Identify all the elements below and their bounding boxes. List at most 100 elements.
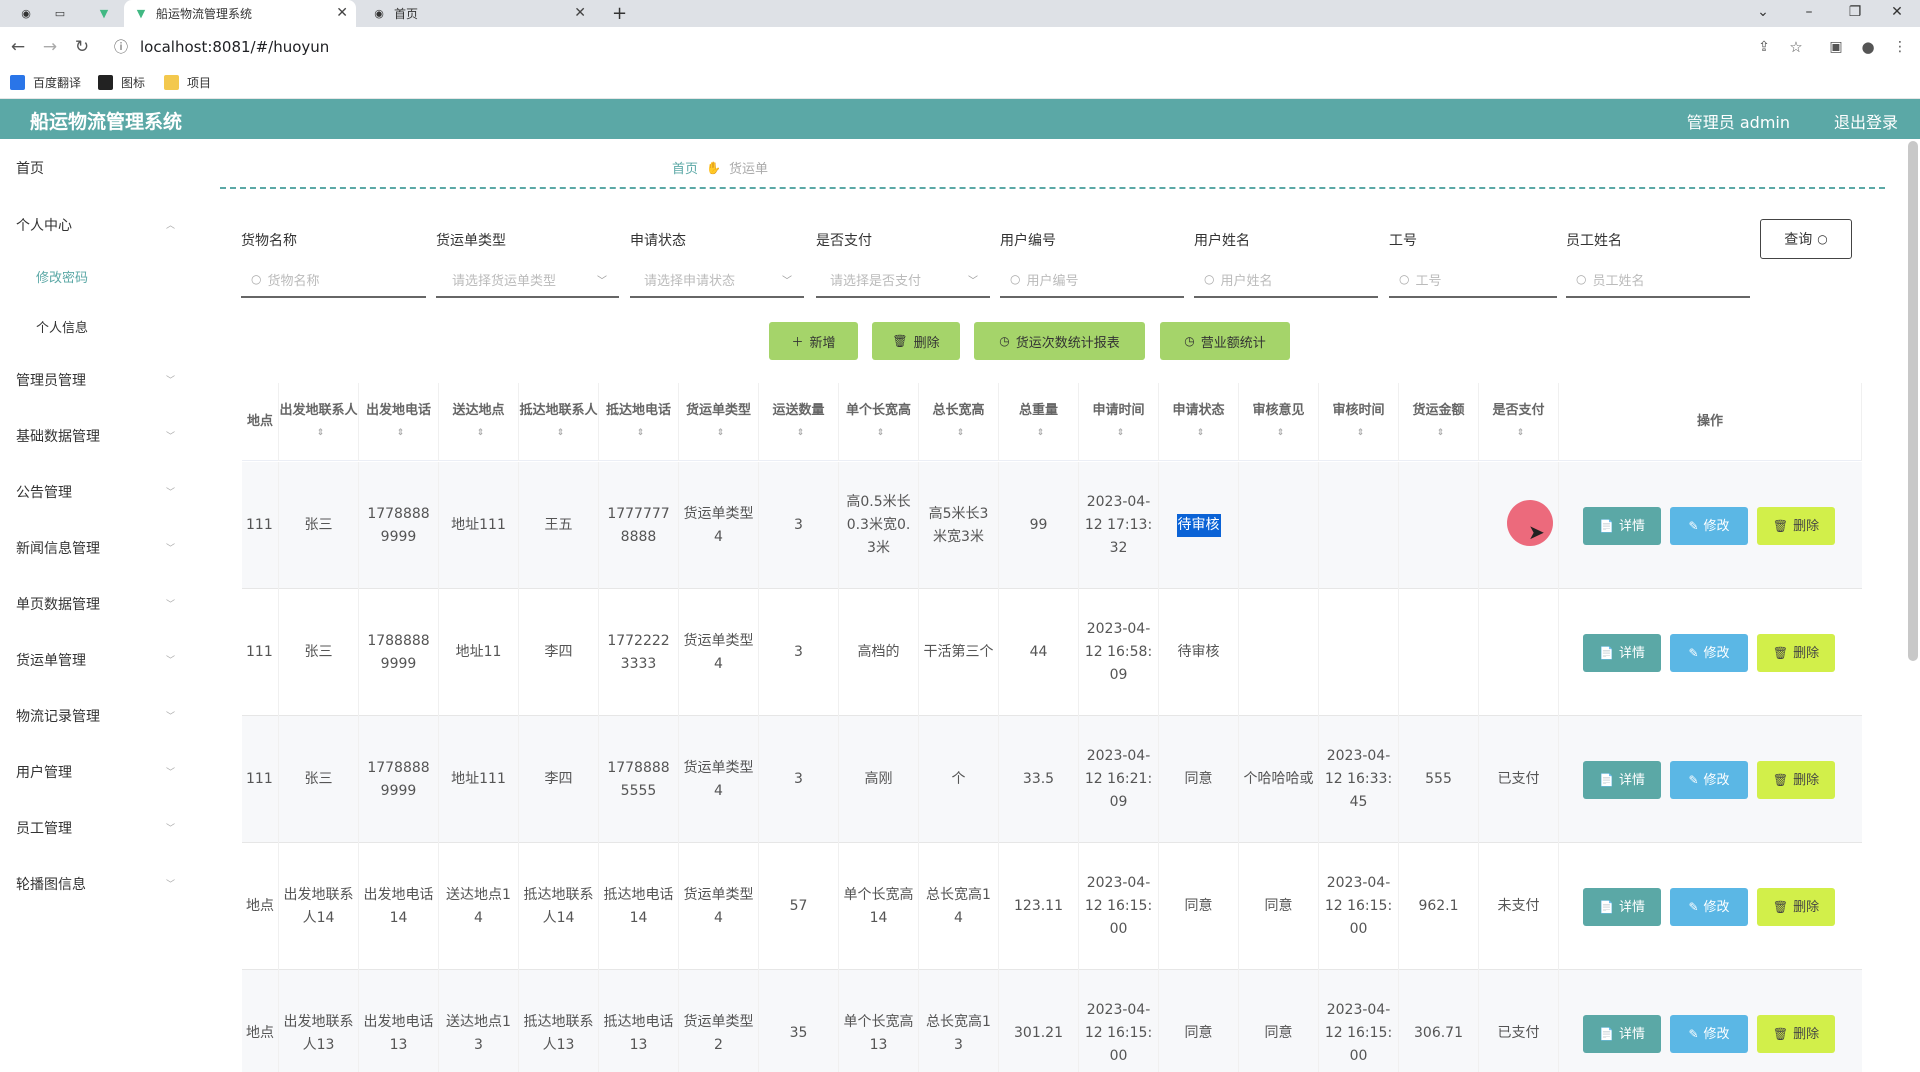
column-header[interactable]: 审核意见 ⇕: [1239, 383, 1319, 461]
waybill-type-select[interactable]: 请选择货运单类型 ﹀: [436, 262, 619, 298]
sidebar-item-carousel[interactable]: 轮播图信息: [16, 874, 86, 894]
user-name-input[interactable]: ○ 用户姓名: [1194, 262, 1378, 298]
star-icon[interactable]: ☆: [1784, 35, 1808, 59]
sort-icon[interactable]: ⇕: [1357, 422, 1365, 444]
paid-select[interactable]: 请选择是否支付 ﹀: [816, 262, 990, 298]
column-header[interactable]: 货运单类型 ⇕: [679, 383, 759, 461]
sort-icon[interactable]: ⇕: [477, 422, 485, 444]
blank-tab-icon[interactable]: ▭: [44, 0, 74, 27]
sidebar-item-users[interactable]: 用户管理: [16, 762, 72, 782]
breadcrumb-home[interactable]: 首页: [672, 158, 698, 177]
column-header[interactable]: 出发地联系人 ⇕: [279, 383, 359, 461]
sort-icon[interactable]: ⇕: [1277, 422, 1285, 444]
sidebar-item-change-password[interactable]: 修改密码: [36, 267, 88, 286]
browser-menu-icon[interactable]: ◉: [10, 0, 40, 27]
staff-no-input[interactable]: ○ 工号: [1389, 262, 1557, 298]
minimize-icon[interactable]: –: [1786, 0, 1832, 27]
column-header[interactable]: 总长宽高 ⇕: [919, 383, 999, 461]
query-button[interactable]: 查询 ○: [1760, 219, 1852, 259]
sidebar-item-personal-info[interactable]: 个人信息: [36, 317, 88, 336]
sidebar-item-admin[interactable]: 管理员管理: [16, 370, 86, 390]
revenue-stats-button[interactable]: ◷ 营业额统计: [1160, 322, 1290, 360]
detail-button[interactable]: 📄 详情: [1583, 507, 1661, 545]
back-icon[interactable]: ←: [6, 35, 30, 59]
detail-button[interactable]: 📄 详情: [1583, 634, 1661, 672]
detail-button[interactable]: 📄 详情: [1583, 1015, 1661, 1053]
column-header[interactable]: 抵达地电话 ⇕: [599, 383, 679, 461]
column-header[interactable]: 送达地点 ⇕: [439, 383, 519, 461]
sidepanel-icon[interactable]: ▣: [1824, 35, 1848, 59]
sort-icon[interactable]: ⇕: [1117, 422, 1125, 444]
delete-button[interactable]: 🗑 删除: [1757, 634, 1835, 672]
column-header[interactable]: 审核时间 ⇕: [1319, 383, 1399, 461]
sidebar-item-staff[interactable]: 员工管理: [16, 818, 72, 838]
sort-icon[interactable]: ⇕: [717, 422, 725, 444]
tab-list-icon[interactable]: ⌄: [1740, 0, 1786, 27]
user-id-input[interactable]: ○ 用户编号: [1000, 262, 1184, 298]
close-tab-icon[interactable]: ✕: [574, 5, 586, 21]
page-scrollbar[interactable]: [1908, 141, 1918, 661]
column-header[interactable]: 货运金额 ⇕: [1399, 383, 1479, 461]
info-icon[interactable]: ⓘ: [114, 37, 128, 57]
more-menu-icon[interactable]: ⋮: [1888, 35, 1912, 59]
sort-icon[interactable]: ⇕: [637, 422, 645, 444]
column-header[interactable]: 总重量 ⇕: [999, 383, 1079, 461]
browser-tab-active[interactable]: ▼ 船运物流管理系统 ✕: [124, 0, 356, 27]
delete-button[interactable]: 🗑 删除: [1757, 888, 1835, 926]
count-report-button[interactable]: ◷ 货运次数统计报表: [974, 322, 1145, 360]
column-header[interactable]: 地点: [242, 383, 279, 461]
delete-button[interactable]: 🗑 删除: [1757, 507, 1835, 545]
share-icon[interactable]: ⇪: [1752, 35, 1776, 59]
column-header[interactable]: 是否支付 ⇕: [1479, 383, 1559, 461]
sort-icon[interactable]: ⇕: [877, 422, 885, 444]
sort-icon[interactable]: ⇕: [317, 422, 325, 444]
sidebar-item-personal-center[interactable]: 个人中心: [16, 215, 72, 235]
sidebar-item-logistics[interactable]: 物流记录管理: [16, 706, 100, 726]
column-header[interactable]: 单个长宽高 ⇕: [839, 383, 919, 461]
sidebar-item-base-data[interactable]: 基础数据管理: [16, 426, 100, 446]
batch-delete-button[interactable]: 🗑 删除: [872, 322, 960, 360]
column-header[interactable]: 申请状态 ⇕: [1159, 383, 1239, 461]
sort-icon[interactable]: ⇕: [957, 422, 965, 444]
close-window-icon[interactable]: ✕: [1874, 0, 1920, 27]
sort-icon[interactable]: ⇕: [1197, 422, 1205, 444]
url-field[interactable]: ⓘ localhost:8081/#/huoyun: [106, 31, 1886, 63]
vue-pinned-tab-icon[interactable]: ▼: [88, 0, 118, 27]
sort-icon[interactable]: ⇕: [1517, 422, 1525, 444]
column-header[interactable]: 运送数量 ⇕: [759, 383, 839, 461]
goods-name-input[interactable]: ○ 货物名称: [241, 262, 426, 298]
sort-icon[interactable]: ⇕: [557, 422, 565, 444]
logout-link[interactable]: 退出登录: [1834, 109, 1898, 133]
sidebar-item-news[interactable]: 新闻信息管理: [16, 538, 100, 558]
bookmark-item[interactable]: 图标: [98, 74, 145, 91]
apply-status-select[interactable]: 请选择申请状态 ﹀: [630, 262, 804, 298]
staff-name-input[interactable]: ○ 员工姓名: [1566, 262, 1750, 298]
detail-button[interactable]: 📄 详情: [1583, 761, 1661, 799]
edit-button[interactable]: ✎ 修改: [1670, 888, 1748, 926]
column-header[interactable]: 抵达地联系人 ⇕: [519, 383, 599, 461]
delete-button[interactable]: 🗑 删除: [1757, 1015, 1835, 1053]
delete-button[interactable]: 🗑 删除: [1757, 761, 1835, 799]
sidebar-item-single-page[interactable]: 单页数据管理: [16, 594, 100, 614]
sort-icon[interactable]: ⇕: [397, 422, 405, 444]
edit-button[interactable]: ✎ 修改: [1670, 761, 1748, 799]
sidebar-item-notice[interactable]: 公告管理: [16, 482, 72, 502]
edit-button[interactable]: ✎ 修改: [1670, 634, 1748, 672]
edit-button[interactable]: ✎ 修改: [1670, 1015, 1748, 1053]
sort-icon[interactable]: ⇕: [797, 422, 805, 444]
column-header[interactable]: 出发地电话 ⇕: [359, 383, 439, 461]
bookmark-item[interactable]: 百度翻译: [10, 74, 81, 91]
sidebar-item-waybill[interactable]: 货运单管理: [16, 650, 86, 670]
close-tab-icon[interactable]: ✕: [336, 5, 348, 21]
sidebar-item-home[interactable]: 首页: [16, 158, 44, 178]
edit-button[interactable]: ✎ 修改: [1670, 507, 1748, 545]
restore-icon[interactable]: ❐: [1832, 0, 1878, 27]
column-header[interactable]: 申请时间 ⇕: [1079, 383, 1159, 461]
add-button[interactable]: ＋ 新增: [769, 322, 858, 360]
new-tab-button[interactable]: +: [612, 0, 638, 27]
reload-icon[interactable]: ↻: [70, 35, 94, 59]
browser-tab[interactable]: ◉ 首页 ✕: [362, 0, 594, 27]
sort-icon[interactable]: ⇕: [1437, 422, 1445, 444]
forward-icon[interactable]: →: [38, 35, 62, 59]
sort-icon[interactable]: ⇕: [1037, 422, 1045, 444]
